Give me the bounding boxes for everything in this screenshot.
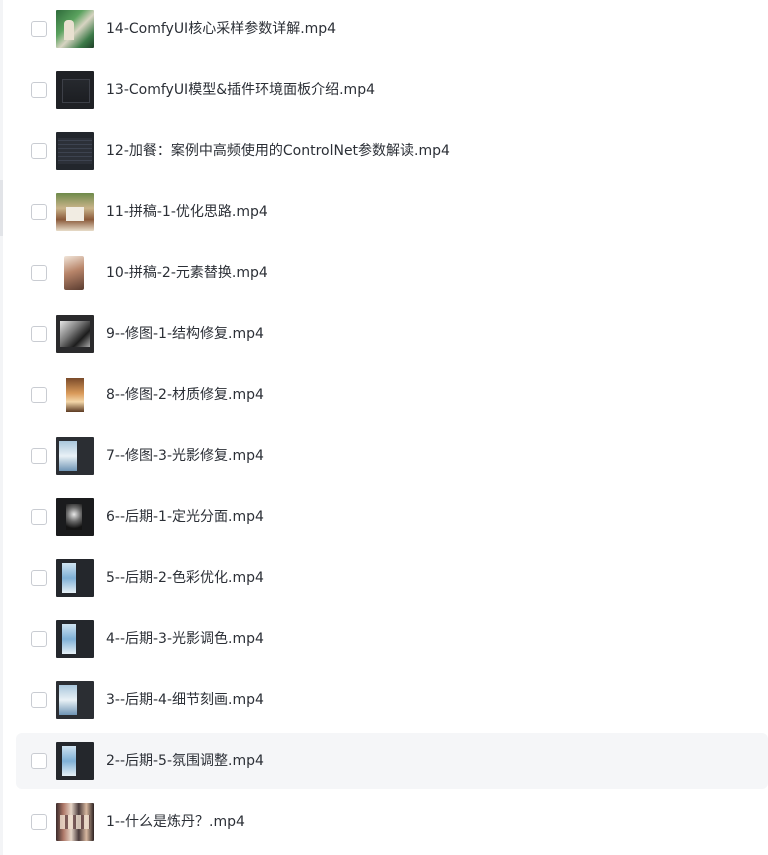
video-thumbnail (56, 193, 94, 231)
file-row[interactable]: 5--后期-2-色彩优化.mp4 (16, 550, 768, 606)
select-checkbox[interactable] (31, 143, 47, 159)
file-name[interactable]: 6--后期-1-定光分面.mp4 (106, 506, 264, 528)
select-checkbox[interactable] (31, 509, 47, 525)
video-thumbnail (56, 376, 94, 414)
select-checkbox[interactable] (31, 204, 47, 220)
video-thumbnail (56, 681, 94, 719)
file-name[interactable]: 9--修图-1-结构修复.mp4 (106, 323, 264, 345)
select-checkbox[interactable] (31, 326, 47, 342)
select-checkbox[interactable] (31, 753, 47, 769)
video-thumbnail (56, 71, 94, 109)
select-checkbox[interactable] (31, 814, 47, 830)
select-checkbox[interactable] (31, 387, 47, 403)
video-thumbnail (56, 437, 94, 475)
file-row[interactable]: 3--后期-4-细节刻画.mp4 (16, 672, 768, 728)
file-name[interactable]: 8--修图-2-材质修复.mp4 (106, 384, 264, 406)
video-thumbnail (56, 132, 94, 170)
file-name[interactable]: 2--后期-5-氛围调整.mp4 (106, 750, 264, 772)
file-row[interactable]: 13-ComfyUI模型&插件环境面板介绍.mp4 (16, 62, 768, 118)
video-thumbnail (56, 742, 94, 780)
file-name[interactable]: 10-拼稿-2-元素替换.mp4 (106, 262, 268, 284)
file-name[interactable]: 4--后期-3-光影调色.mp4 (106, 628, 264, 650)
file-name[interactable]: 1--什么是炼丹？.mp4 (106, 811, 245, 833)
file-name[interactable]: 12-加餐：案例中高频使用的ControlNet参数解读.mp4 (106, 140, 450, 162)
video-thumbnail (56, 498, 94, 536)
file-row[interactable]: 1--什么是炼丹？.mp4 (16, 794, 768, 850)
file-name[interactable]: 7--修图-3-光影修复.mp4 (106, 445, 264, 467)
video-thumbnail (56, 620, 94, 658)
video-thumbnail (56, 10, 94, 48)
video-thumbnail (56, 254, 94, 292)
file-row[interactable]: 6--后期-1-定光分面.mp4 (16, 489, 768, 545)
select-checkbox[interactable] (31, 21, 47, 37)
panel-resize-handle[interactable] (0, 180, 3, 236)
file-name[interactable]: 13-ComfyUI模型&插件环境面板介绍.mp4 (106, 79, 375, 101)
file-name[interactable]: 11-拼稿-1-优化思路.mp4 (106, 201, 268, 223)
video-thumbnail (56, 315, 94, 353)
file-name[interactable]: 3--后期-4-细节刻画.mp4 (106, 689, 264, 711)
file-row[interactable]: 4--后期-3-光影调色.mp4 (16, 611, 768, 667)
video-thumbnail (56, 803, 94, 841)
file-name[interactable]: 5--后期-2-色彩优化.mp4 (106, 567, 264, 589)
file-row[interactable]: 7--修图-3-光影修复.mp4 (16, 428, 768, 484)
file-row[interactable]: 14-ComfyUI核心采样参数详解.mp4 (16, 1, 768, 57)
file-row[interactable]: 9--修图-1-结构修复.mp4 (16, 306, 768, 362)
video-thumbnail (56, 559, 94, 597)
file-row[interactable]: 12-加餐：案例中高频使用的ControlNet参数解读.mp4 (16, 123, 768, 179)
select-checkbox[interactable] (31, 82, 47, 98)
file-row[interactable]: 8--修图-2-材质修复.mp4 (16, 367, 768, 423)
file-row[interactable]: 2--后期-5-氛围调整.mp4 (16, 733, 768, 789)
file-row[interactable]: 11-拼稿-1-优化思路.mp4 (16, 184, 768, 240)
select-checkbox[interactable] (31, 448, 47, 464)
select-checkbox[interactable] (31, 265, 47, 281)
select-checkbox[interactable] (31, 570, 47, 586)
file-row[interactable]: 10-拼稿-2-元素替换.mp4 (16, 245, 768, 301)
file-name[interactable]: 14-ComfyUI核心采样参数详解.mp4 (106, 18, 336, 40)
select-checkbox[interactable] (31, 692, 47, 708)
select-checkbox[interactable] (31, 631, 47, 647)
left-panel-edge (0, 0, 3, 855)
